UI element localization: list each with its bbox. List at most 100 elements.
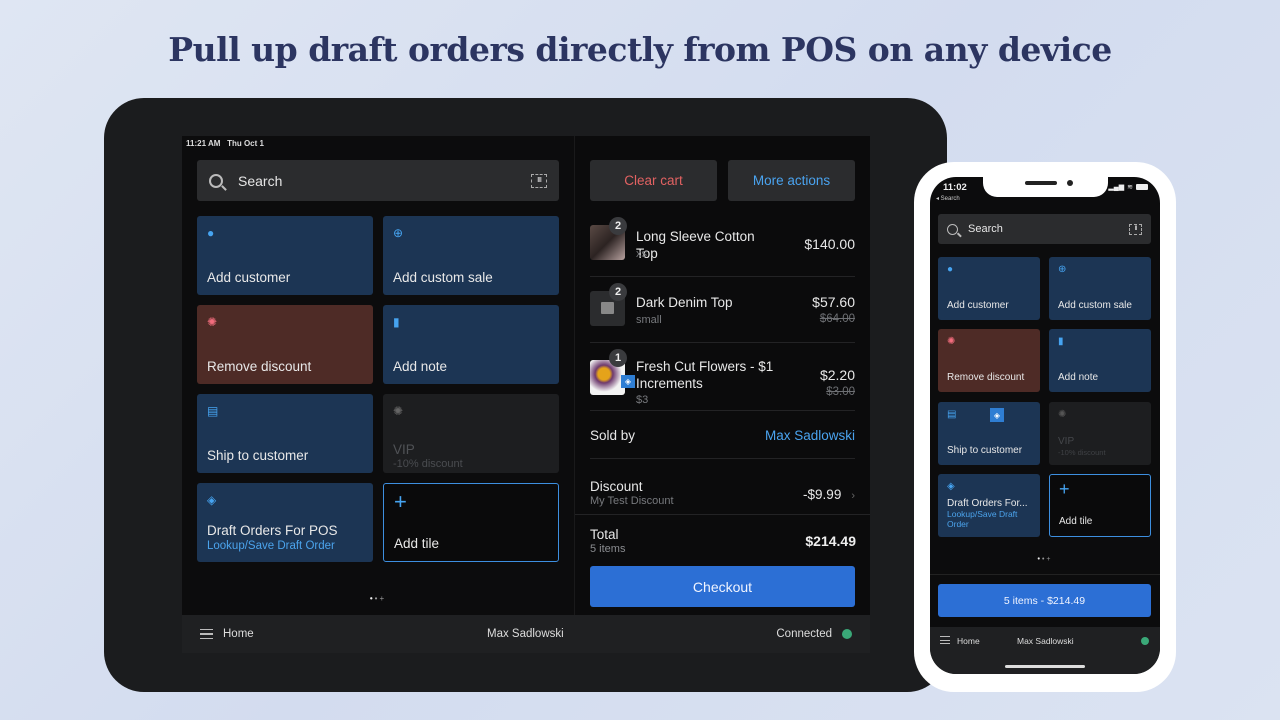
document-icon: ▮ (393, 315, 400, 329)
tile-label: Ship to customer (207, 448, 309, 463)
back-to-search-link[interactable]: ◂ Search (936, 195, 960, 202)
search-placeholder: Search (238, 172, 283, 189)
cart-panel: Clear cart More actions 2 Long Sleeve Co… (574, 136, 870, 615)
home-label[interactable]: Home (223, 628, 254, 640)
tile-add-customer[interactable]: ● Add customer (197, 216, 373, 295)
cart-item[interactable]: 2 Long Sleeve Cotton Top xs $140.00 (590, 211, 855, 277)
bottom-bar: Home Max Sadlowski (930, 627, 1160, 674)
menu-icon[interactable] (200, 629, 213, 639)
tile-ship-to-customer[interactable]: ▤ Ship to customer (197, 394, 373, 473)
connection-status: Connected (776, 628, 832, 640)
tile-sublabel: Lookup/Save Draft Order (207, 540, 335, 552)
staff-name: Max Sadlowski (487, 628, 564, 640)
wifi-icon: ≋ (1127, 184, 1133, 191)
total-label: Total (590, 527, 619, 542)
tile-label: Add note (1058, 372, 1099, 383)
search-icon (209, 173, 223, 188)
search-icon (947, 223, 958, 235)
sold-by-label: Sold by (590, 428, 636, 443)
tile-sublabel: Lookup/Save Draft Order (947, 509, 1018, 529)
tile-label: Remove discount (207, 359, 312, 374)
tile-add-tile[interactable]: + Add tile (1049, 474, 1151, 537)
more-actions-button[interactable]: More actions (728, 160, 855, 201)
tile-remove-discount[interactable]: ✺ Remove discount (197, 305, 373, 384)
search-input[interactable]: Search IIII (197, 160, 559, 201)
tile-vip[interactable]: ✺ VIP -10% discount (1049, 402, 1151, 465)
barcode-scan-icon[interactable]: IIII (531, 173, 547, 188)
tile-remove-discount[interactable]: ✺ Remove discount (938, 329, 1040, 392)
status-time: 11:02 (943, 182, 967, 193)
item-variant: xs (636, 248, 647, 260)
tile-vip[interactable]: ✺ VIP -10% discount (383, 394, 559, 473)
tile-label: Ship to customer (947, 445, 1023, 456)
tray-plus-icon: ⊕ (1058, 264, 1067, 275)
tile-label: Remove discount (947, 372, 1025, 383)
discount-badge-icon: ✺ (207, 315, 218, 329)
discount-badge-icon: ✺ (393, 404, 404, 418)
person-icon: ● (947, 264, 954, 275)
tile-add-custom-sale[interactable]: ⊕ Add custom sale (1049, 257, 1151, 320)
item-price: $140.00 (804, 236, 855, 252)
quantity-badge: 2 (609, 283, 627, 301)
cart-item[interactable]: 2 Dark Denim Top small $57.60 $64.00 (590, 277, 855, 343)
status-bar-left: 11:21 AM Thu Oct 1 (186, 139, 264, 148)
battery-icon (1136, 184, 1148, 190)
tile-label: Add tile (394, 536, 440, 551)
document-icon: ▮ (1058, 336, 1064, 347)
tile-label: Draft Orders For POS (207, 523, 338, 538)
discount-badge-icon: ✺ (947, 336, 956, 347)
page-indicator[interactable]: ••+ (930, 556, 1160, 563)
home-label[interactable]: Home (957, 636, 980, 646)
item-name: Dark Denim Top (636, 295, 733, 310)
tile-ship-to-customer[interactable]: ▤ ◈ Ship to customer (938, 402, 1040, 465)
discount-row[interactable]: Discount My Test Discount -$9.99 › (590, 476, 855, 516)
tile-label: VIP (393, 442, 415, 457)
sold-by-row[interactable]: Sold by Max Sadlowski (590, 411, 855, 459)
search-input[interactable]: Search III (938, 214, 1151, 244)
item-variant: $3 (636, 394, 649, 406)
tile-add-note[interactable]: ▮ Add note (1049, 329, 1151, 392)
phone-screen: 11:02 ◂ Search ▂▄▆ ≋ Search III ● Add cus… (930, 177, 1160, 674)
menu-icon[interactable] (940, 636, 950, 644)
tile-sublabel: -10% discount (393, 458, 463, 470)
staff-name: Max Sadlowski (1017, 636, 1074, 646)
tile-label: Add note (393, 359, 448, 374)
item-price: $57.60 (812, 294, 855, 310)
draft-orders-app-icon: ◈ (621, 375, 635, 388)
search-placeholder: Search (968, 223, 1003, 235)
item-variant: small (636, 314, 662, 326)
total-value: $214.49 (805, 533, 856, 549)
page-indicator[interactable]: ••+ (182, 594, 574, 603)
plus-icon: + (1059, 479, 1070, 499)
plus-icon: + (394, 489, 407, 514)
home-indicator[interactable] (1005, 665, 1085, 668)
checkout-button[interactable]: Checkout (590, 566, 855, 607)
tile-label: VIP (1058, 436, 1075, 447)
total-section: Total 5 items $214.49 Checkout (575, 514, 870, 615)
ship-icon: ▤ (947, 409, 957, 420)
bottom-bar: Home Max Sadlowski Connected (182, 615, 870, 653)
tablet-screen: 11:21 AM Thu Oct 1 ≋68% Search IIII ● Ad… (182, 136, 870, 653)
item-original-price: $3.00 (826, 386, 855, 398)
tile-add-customer[interactable]: ● Add customer (938, 257, 1040, 320)
quantity-badge: 2 (609, 217, 627, 235)
tile-add-custom-sale[interactable]: ⊕ Add custom sale (383, 216, 559, 295)
draft-orders-app-icon: ◈ (207, 493, 217, 507)
tile-draft-orders[interactable]: ◈ Draft Orders For POS Lookup/Save Draft… (197, 483, 373, 562)
checkout-button[interactable]: 5 items - $214.49 (938, 584, 1151, 617)
sold-by-value[interactable]: Max Sadlowski (765, 428, 855, 443)
quantity-badge: 1 (609, 349, 627, 367)
item-name: Long Sleeve Cotton Top (636, 229, 755, 261)
barcode-scan-icon[interactable]: III (1129, 223, 1142, 235)
cart-item[interactable]: 1 ◈ Fresh Cut Flowers - $1 Increments $3… (590, 343, 855, 411)
clear-cart-button[interactable]: Clear cart (590, 160, 717, 201)
tile-label: Add customer (947, 300, 1009, 311)
discount-value: -$9.99 (803, 487, 842, 502)
tile-add-note[interactable]: ▮ Add note (383, 305, 559, 384)
tile-draft-orders[interactable]: ◈ Draft Orders For... Lookup/Save Draft … (938, 474, 1040, 537)
draft-orders-app-icon: ◈ (947, 481, 955, 492)
connected-dot-icon (842, 629, 852, 639)
status-time: 11:21 AM (186, 139, 221, 148)
tile-add-tile[interactable]: + Add tile (383, 483, 559, 562)
signal-icon: ▂▄▆ (1108, 184, 1125, 191)
